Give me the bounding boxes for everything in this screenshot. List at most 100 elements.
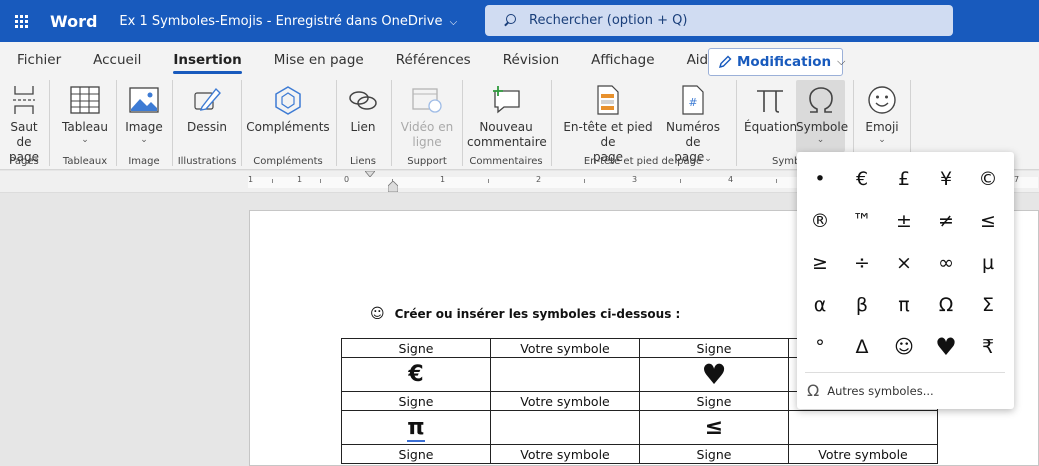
symbol-trademark[interactable]: ™ (841, 200, 883, 242)
symbol-less-equal[interactable]: ≤ (967, 200, 1009, 242)
symbol-delta[interactable]: Δ (841, 326, 883, 368)
new-comment-button[interactable]: Nouveau commentaire (467, 80, 547, 150)
table-cell[interactable] (490, 410, 640, 445)
symbol-dropdown: • € £ ¥ © ® ™ ± ≠ ≤ ≥ ÷ × ∞ µ α β π Ω Σ … (797, 152, 1014, 409)
header-footer-icon (558, 80, 658, 120)
editing-mode-label: Modification (737, 54, 832, 70)
svg-text:#: # (688, 96, 697, 109)
group-label-entete: En-tête et pied de page (583, 156, 703, 167)
link-icon (343, 80, 383, 120)
first-line-indent-marker[interactable] (365, 171, 375, 177)
omega-icon (796, 80, 845, 120)
comment-icon (467, 80, 545, 120)
table-cell[interactable]: € (341, 357, 491, 392)
drawing-button[interactable]: Dessin (180, 80, 234, 135)
title-bar: Word Ex 1 Symboles-Emojis - Enregistré d… (0, 0, 1039, 42)
symbol-smiley[interactable]: ☺ (883, 326, 925, 368)
table-cell[interactable]: Signe (341, 391, 491, 411)
save-status: Enregistré dans OneDrive (275, 13, 443, 29)
more-symbols-label: Autres symboles... (827, 383, 934, 398)
tab-references[interactable]: Références (380, 42, 487, 78)
table-cell[interactable]: Votre symbole (490, 444, 640, 464)
emoji-button[interactable]: Emoji ⌄ (860, 80, 904, 145)
table-cell[interactable]: ≤ (639, 410, 789, 445)
table-button[interactable]: Tableau ⌄ (60, 80, 110, 145)
tab-affichage[interactable]: Affichage (575, 42, 670, 78)
equation-button[interactable]: Équation (744, 80, 797, 135)
table-row: π ≤ (341, 410, 938, 445)
app-launcher-icon[interactable] (2, 0, 40, 42)
addins-button[interactable]: Compléments (246, 80, 330, 135)
image-button[interactable]: Image ⌄ (122, 80, 166, 145)
hexagon-icon (246, 80, 330, 120)
page-break-icon (2, 80, 46, 120)
tab-fichier[interactable]: Fichier (0, 42, 77, 78)
symbol-omega[interactable]: Ω (925, 284, 967, 326)
chevron-down-icon: ⌄ (140, 135, 148, 145)
table-cell[interactable] (788, 410, 938, 445)
symbol-beta[interactable]: β (841, 284, 883, 326)
document-name: Ex 1 Symboles-Emojis (119, 13, 263, 29)
tab-mise-en-page[interactable]: Mise en page (258, 42, 380, 78)
tab-insertion[interactable]: Insertion (157, 42, 257, 78)
symbol-euro[interactable]: € (841, 158, 883, 200)
document-heading[interactable]: ☺ Créer ou insérer les symboles ci-desso… (370, 306, 680, 322)
chevron-down-icon: ⌄ (81, 135, 89, 145)
symbol-rupee[interactable]: ₹ (967, 326, 1009, 368)
smiley-icon: ☺ (370, 306, 385, 322)
link-button[interactable]: Lien (343, 80, 383, 135)
app-name[interactable]: Word (50, 12, 97, 31)
symbol-pi[interactable]: π (883, 284, 925, 326)
table-cell[interactable]: ♥ (639, 357, 789, 392)
symbol-divide[interactable]: ÷ (841, 242, 883, 284)
omega-icon: Ω (807, 381, 820, 400)
page-numbers-button[interactable]: # Numéros de page⌄ (658, 80, 728, 165)
search-placeholder: Rechercher (option + Q) (529, 13, 688, 28)
page-number-icon: # (658, 80, 728, 120)
tab-accueil[interactable]: Accueil (77, 42, 157, 78)
symbol-registered[interactable]: ® (799, 200, 841, 242)
group-label-illustrations: Illustrations (177, 156, 237, 167)
more-symbols-button[interactable]: Ω Autres symboles... (807, 381, 934, 400)
symbol-bullet[interactable]: • (799, 158, 841, 200)
symbol-plus-minus[interactable]: ± (883, 200, 925, 242)
smiley-icon (860, 80, 904, 120)
table-cell[interactable]: Signe (341, 338, 491, 358)
symbol-greater-equal[interactable]: ≥ (799, 242, 841, 284)
search-box[interactable]: Rechercher (option + Q) (485, 5, 953, 36)
tab-revision[interactable]: Révision (487, 42, 575, 78)
document-title[interactable]: Ex 1 Symboles-Emojis - Enregistré dans O… (119, 14, 457, 29)
table-cell[interactable]: π (341, 410, 491, 445)
table-cell[interactable] (490, 357, 640, 392)
table-cell[interactable]: Votre symbole (788, 444, 938, 464)
table-cell[interactable]: Votre symbole (490, 338, 640, 358)
symbol-sigma[interactable]: Σ (967, 284, 1009, 326)
table-cell[interactable]: Signe (639, 338, 789, 358)
symbol-infinity[interactable]: ∞ (925, 242, 967, 284)
page-break-button[interactable]: Saut de page (2, 80, 46, 165)
symbol-multiply[interactable]: × (883, 242, 925, 284)
online-video-button[interactable]: Vidéo en ligne (398, 80, 456, 150)
symbol-pound[interactable]: £ (883, 158, 925, 200)
header-footer-button[interactable]: En-tête et pied de page (558, 80, 658, 165)
online-video-icon (398, 80, 456, 120)
left-indent-marker[interactable] (388, 181, 398, 192)
symbol-not-equal[interactable]: ≠ (925, 200, 967, 242)
symbol-alpha[interactable]: α (799, 284, 841, 326)
symbol-copyright[interactable]: © (967, 158, 1009, 200)
pencil-icon (717, 54, 733, 70)
table-cell[interactable]: Signe (639, 391, 789, 411)
symbol-heart[interactable]: ♥ (925, 326, 967, 368)
symbol-yen[interactable]: ¥ (925, 158, 967, 200)
symbol-micro[interactable]: µ (967, 242, 1009, 284)
table-cell[interactable]: Signe (639, 444, 789, 464)
table-cell[interactable]: Votre symbole (490, 391, 640, 411)
chevron-down-icon: ⌵ (449, 16, 458, 28)
symbol-button[interactable]: Symbole ⌄ (796, 80, 848, 152)
symbol-degree[interactable]: ° (799, 326, 841, 368)
table-cell[interactable]: Signe (341, 444, 491, 464)
heading-text: Créer ou insérer les symboles ci-dessous… (394, 307, 681, 321)
editing-mode-button[interactable]: Modification ⌵ (708, 48, 845, 76)
dropdown-divider (805, 372, 1005, 373)
group-label-complements: Compléments (253, 156, 323, 167)
